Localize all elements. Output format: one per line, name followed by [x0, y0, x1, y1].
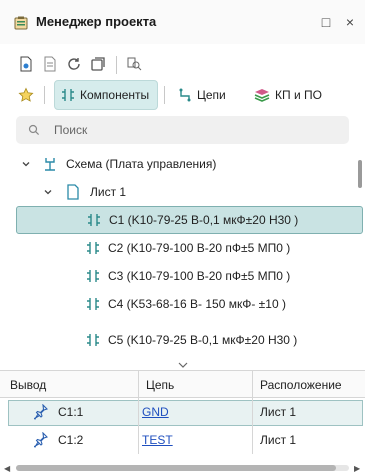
- tree-component-label: C5 (K10-79-25 B-0,1 мкФ±20 H30 ): [108, 333, 298, 347]
- tree-component-row[interactable]: C5 (K10-79-25 B-0,1 мкФ±20 H30 ): [0, 326, 365, 354]
- zoom-fit-icon[interactable]: [124, 54, 144, 74]
- pin-icon: [33, 403, 49, 423]
- component-icon: [86, 333, 100, 347]
- refresh-icon[interactable]: [64, 54, 84, 74]
- pin-cell: C1:1: [58, 405, 84, 419]
- chevron-down-icon[interactable]: [20, 158, 32, 170]
- tab-pads-label: КП и ПО: [275, 88, 322, 102]
- tree-sheet-label: Лист 1: [90, 185, 127, 199]
- sheet-icon: [66, 184, 80, 200]
- tab-nets[interactable]: Цепи: [172, 80, 242, 110]
- pin-icon: [33, 431, 49, 451]
- component-tree: Схема (Плата управления) Лист 1 C1 (K10-…: [0, 150, 365, 360]
- tab-separator: [164, 86, 165, 104]
- project-manager-icon: [14, 16, 28, 30]
- tree-component-label: C2 (K10-79-100 B-20 пФ±5 МП0 ): [108, 241, 291, 255]
- tree-component-label: C4 (K53-68-16 B- 150 мкФ- ±10 ): [108, 297, 286, 311]
- schematic-icon: [42, 156, 58, 172]
- star-icon: [18, 87, 34, 102]
- net-link[interactable]: GND: [142, 398, 169, 426]
- tab-bar: Компоненты Цепи КП и ПО: [0, 80, 365, 110]
- scroll-right-icon[interactable]: ▶: [354, 464, 360, 473]
- tab-components[interactable]: Компоненты: [54, 80, 158, 110]
- search-box[interactable]: Поиск: [16, 116, 349, 144]
- close-button[interactable]: ×: [341, 13, 359, 31]
- toolbar-actions: [0, 50, 365, 78]
- title-bar: Менеджер проекта □ ×: [0, 0, 365, 44]
- tree-component-row[interactable]: C4 (K53-68-16 B- 150 мкФ- ±10 ): [0, 290, 365, 318]
- column-divider[interactable]: [138, 371, 139, 399]
- document-view-icon[interactable]: [16, 54, 36, 74]
- copy-window-icon[interactable]: [88, 54, 108, 74]
- scroll-left-icon[interactable]: ◀: [4, 464, 10, 473]
- tab-separator: [44, 86, 45, 104]
- panel-splitter[interactable]: [0, 360, 365, 370]
- search-icon: [28, 124, 40, 136]
- pin-cell: C1:2: [58, 433, 84, 447]
- tree-component-row[interactable]: C3 (K10-79-100 B-20 пФ±5 МП0 ): [0, 262, 365, 290]
- column-divider[interactable]: [252, 371, 253, 399]
- pads-icon: [254, 89, 270, 102]
- tree-component-label: C1 (K10-79-25 B-0,1 мкФ±20 H30 ): [109, 213, 299, 227]
- component-icon: [86, 241, 100, 255]
- location-cell: Лист 1: [260, 433, 297, 447]
- tree-component-row[interactable]: C2 (K10-79-100 B-20 пФ±5 МП0 ): [0, 234, 365, 262]
- toolbar-separator: [116, 56, 117, 74]
- tree-root-label: Схема (Плата управления): [66, 157, 217, 171]
- header-location[interactable]: Расположение: [260, 371, 342, 399]
- properties-icon[interactable]: [40, 54, 60, 74]
- horizontal-scrollbar[interactable]: ◀ ▶: [0, 462, 365, 474]
- header-pin[interactable]: Вывод: [10, 371, 46, 399]
- tree-scrollbar[interactable]: [358, 160, 362, 188]
- window-title: Менеджер проекта: [36, 14, 157, 29]
- tree-root-row[interactable]: Схема (Плата управления): [0, 150, 365, 178]
- table-row[interactable]: C1:2 TEST Лист 1: [0, 426, 365, 454]
- maximize-button[interactable]: □: [317, 13, 335, 31]
- tab-pads[interactable]: КП и ПО: [248, 80, 332, 110]
- net-link[interactable]: TEST: [142, 426, 173, 454]
- header-net[interactable]: Цепь: [146, 371, 174, 399]
- tab-favorites[interactable]: [14, 80, 40, 110]
- component-icon: [62, 89, 74, 101]
- table-row[interactable]: C1:1 GND Лист 1: [0, 398, 365, 426]
- component-icon: [87, 213, 101, 227]
- tree-component-label: C3 (K10-79-100 B-20 пФ±5 МП0 ): [108, 269, 291, 283]
- chevron-down-icon: [178, 362, 187, 368]
- scrollbar-thumb[interactable]: [16, 465, 336, 471]
- net-icon: [179, 88, 191, 102]
- component-icon: [86, 297, 100, 311]
- chevron-down-icon[interactable]: [42, 186, 54, 198]
- search-input[interactable]: Поиск: [54, 123, 87, 137]
- tree-sheet-row[interactable]: Лист 1: [0, 178, 365, 206]
- tab-nets-label: Цепи: [197, 88, 226, 102]
- table-header: Вывод Цепь Расположение: [0, 370, 365, 399]
- component-icon: [86, 269, 100, 283]
- tab-components-label: Компоненты: [80, 88, 150, 102]
- tree-component-row[interactable]: C1 (K10-79-25 B-0,1 мкФ±20 H30 ): [16, 206, 363, 234]
- location-cell: Лист 1: [260, 405, 297, 419]
